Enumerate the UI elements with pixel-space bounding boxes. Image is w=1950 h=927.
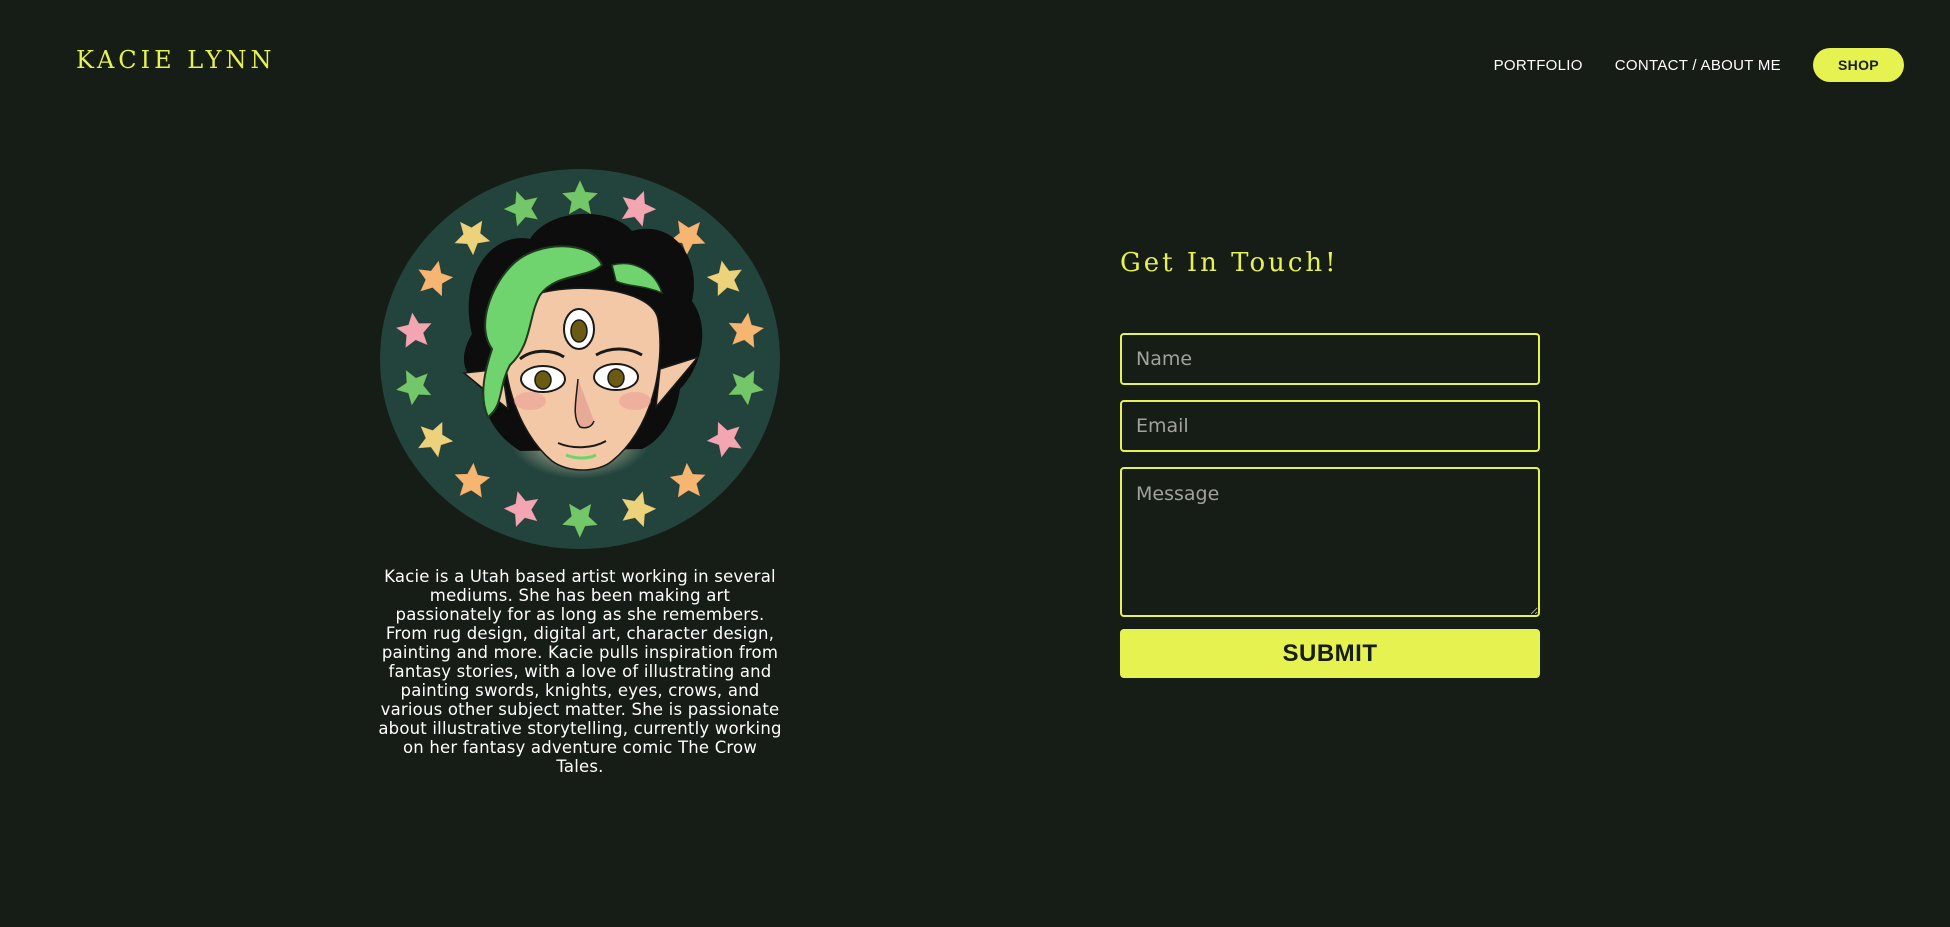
shop-button[interactable]: SHOP [1813,48,1904,82]
artist-portrait-illustration [380,169,780,549]
email-field[interactable] [1120,400,1540,452]
artist-portrait [380,169,780,549]
message-field[interactable] [1120,467,1540,617]
submit-button[interactable]: SUBMIT [1120,629,1540,678]
name-field[interactable] [1120,333,1540,385]
main-nav: PORTFOLIO CONTACT / ABOUT ME SHOP [1494,48,1904,82]
contact-form-title: Get In Touch! [1120,248,1339,278]
site-logo[interactable]: KACIE LYNN [76,48,276,72]
nav-portfolio-link[interactable]: PORTFOLIO [1494,57,1583,74]
nav-contact-about-link[interactable]: CONTACT / ABOUT ME [1615,57,1781,74]
artist-bio: Kacie is a Utah based artist working in … [378,567,782,776]
